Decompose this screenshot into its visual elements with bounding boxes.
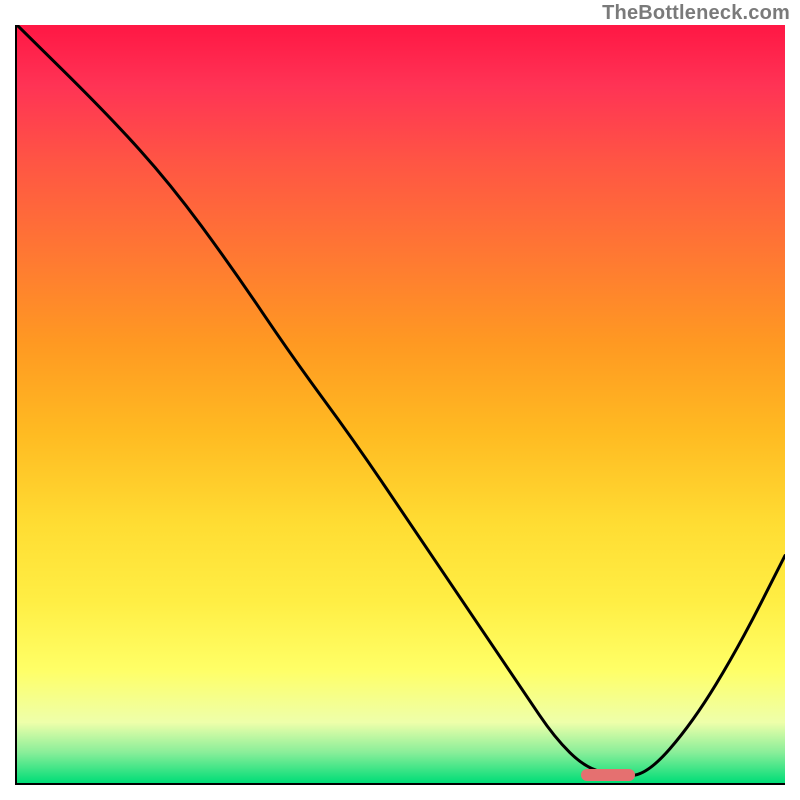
curve-svg xyxy=(17,25,785,783)
chart-container: TheBottleneck.com xyxy=(0,0,800,800)
bottleneck-curve-path xyxy=(17,25,785,775)
watermark-text: TheBottleneck.com xyxy=(602,2,790,25)
optimal-marker xyxy=(581,769,635,781)
plot-area xyxy=(15,25,785,785)
